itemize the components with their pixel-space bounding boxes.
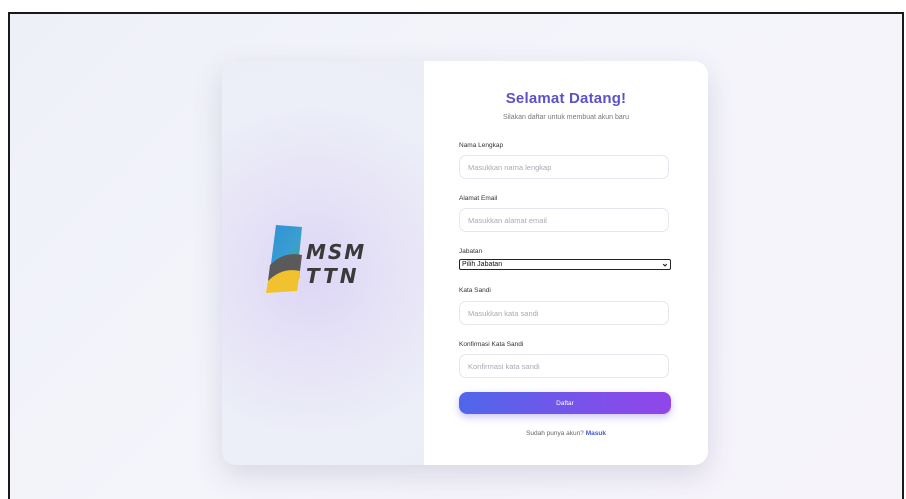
password-label: Kata Sandi: [459, 287, 491, 294]
confirm-password-label: Konfirmasi Kata Sandi: [459, 341, 524, 348]
login-prompt: Sudah punya akun? Masuk: [424, 430, 708, 437]
position-label: Jabatan: [459, 248, 483, 255]
page-subtitle: Silakan daftar untuk membuat akun baru: [502, 114, 630, 121]
confirm-password-input[interactable]: [459, 354, 669, 378]
full-name-label: Nama Lengkap: [459, 142, 504, 149]
logo-text-line2: TTN: [306, 264, 359, 288]
email-input[interactable]: [459, 208, 669, 232]
login-prompt-text: Sudah punya akun?: [526, 430, 584, 437]
position-select-value: Pilih Jabatan: [462, 261, 503, 268]
email-label: Alamat Email: [459, 195, 498, 202]
chevron-down-icon: [662, 263, 668, 267]
full-name-input[interactable]: [459, 155, 669, 179]
login-link[interactable]: Masuk: [586, 430, 606, 437]
screen-frame: MSM TTN Selamat Datang! Silakan daftar u…: [8, 12, 904, 499]
page-title: Selamat Datang!: [505, 90, 627, 107]
msm-ttn-logo: MSM TTN: [266, 221, 384, 301]
form-panel: Selamat Datang! Silakan daftar untuk mem…: [424, 61, 708, 465]
position-select[interactable]: Pilih Jabatan: [459, 259, 671, 270]
register-button[interactable]: Daftar: [459, 392, 671, 414]
register-card: MSM TTN Selamat Datang! Silakan daftar u…: [222, 61, 708, 465]
brand-panel: MSM TTN: [222, 61, 424, 465]
logo-text-line1: MSM: [306, 240, 366, 264]
logo-icon: MSM TTN: [266, 225, 366, 293]
password-input[interactable]: [459, 301, 669, 325]
